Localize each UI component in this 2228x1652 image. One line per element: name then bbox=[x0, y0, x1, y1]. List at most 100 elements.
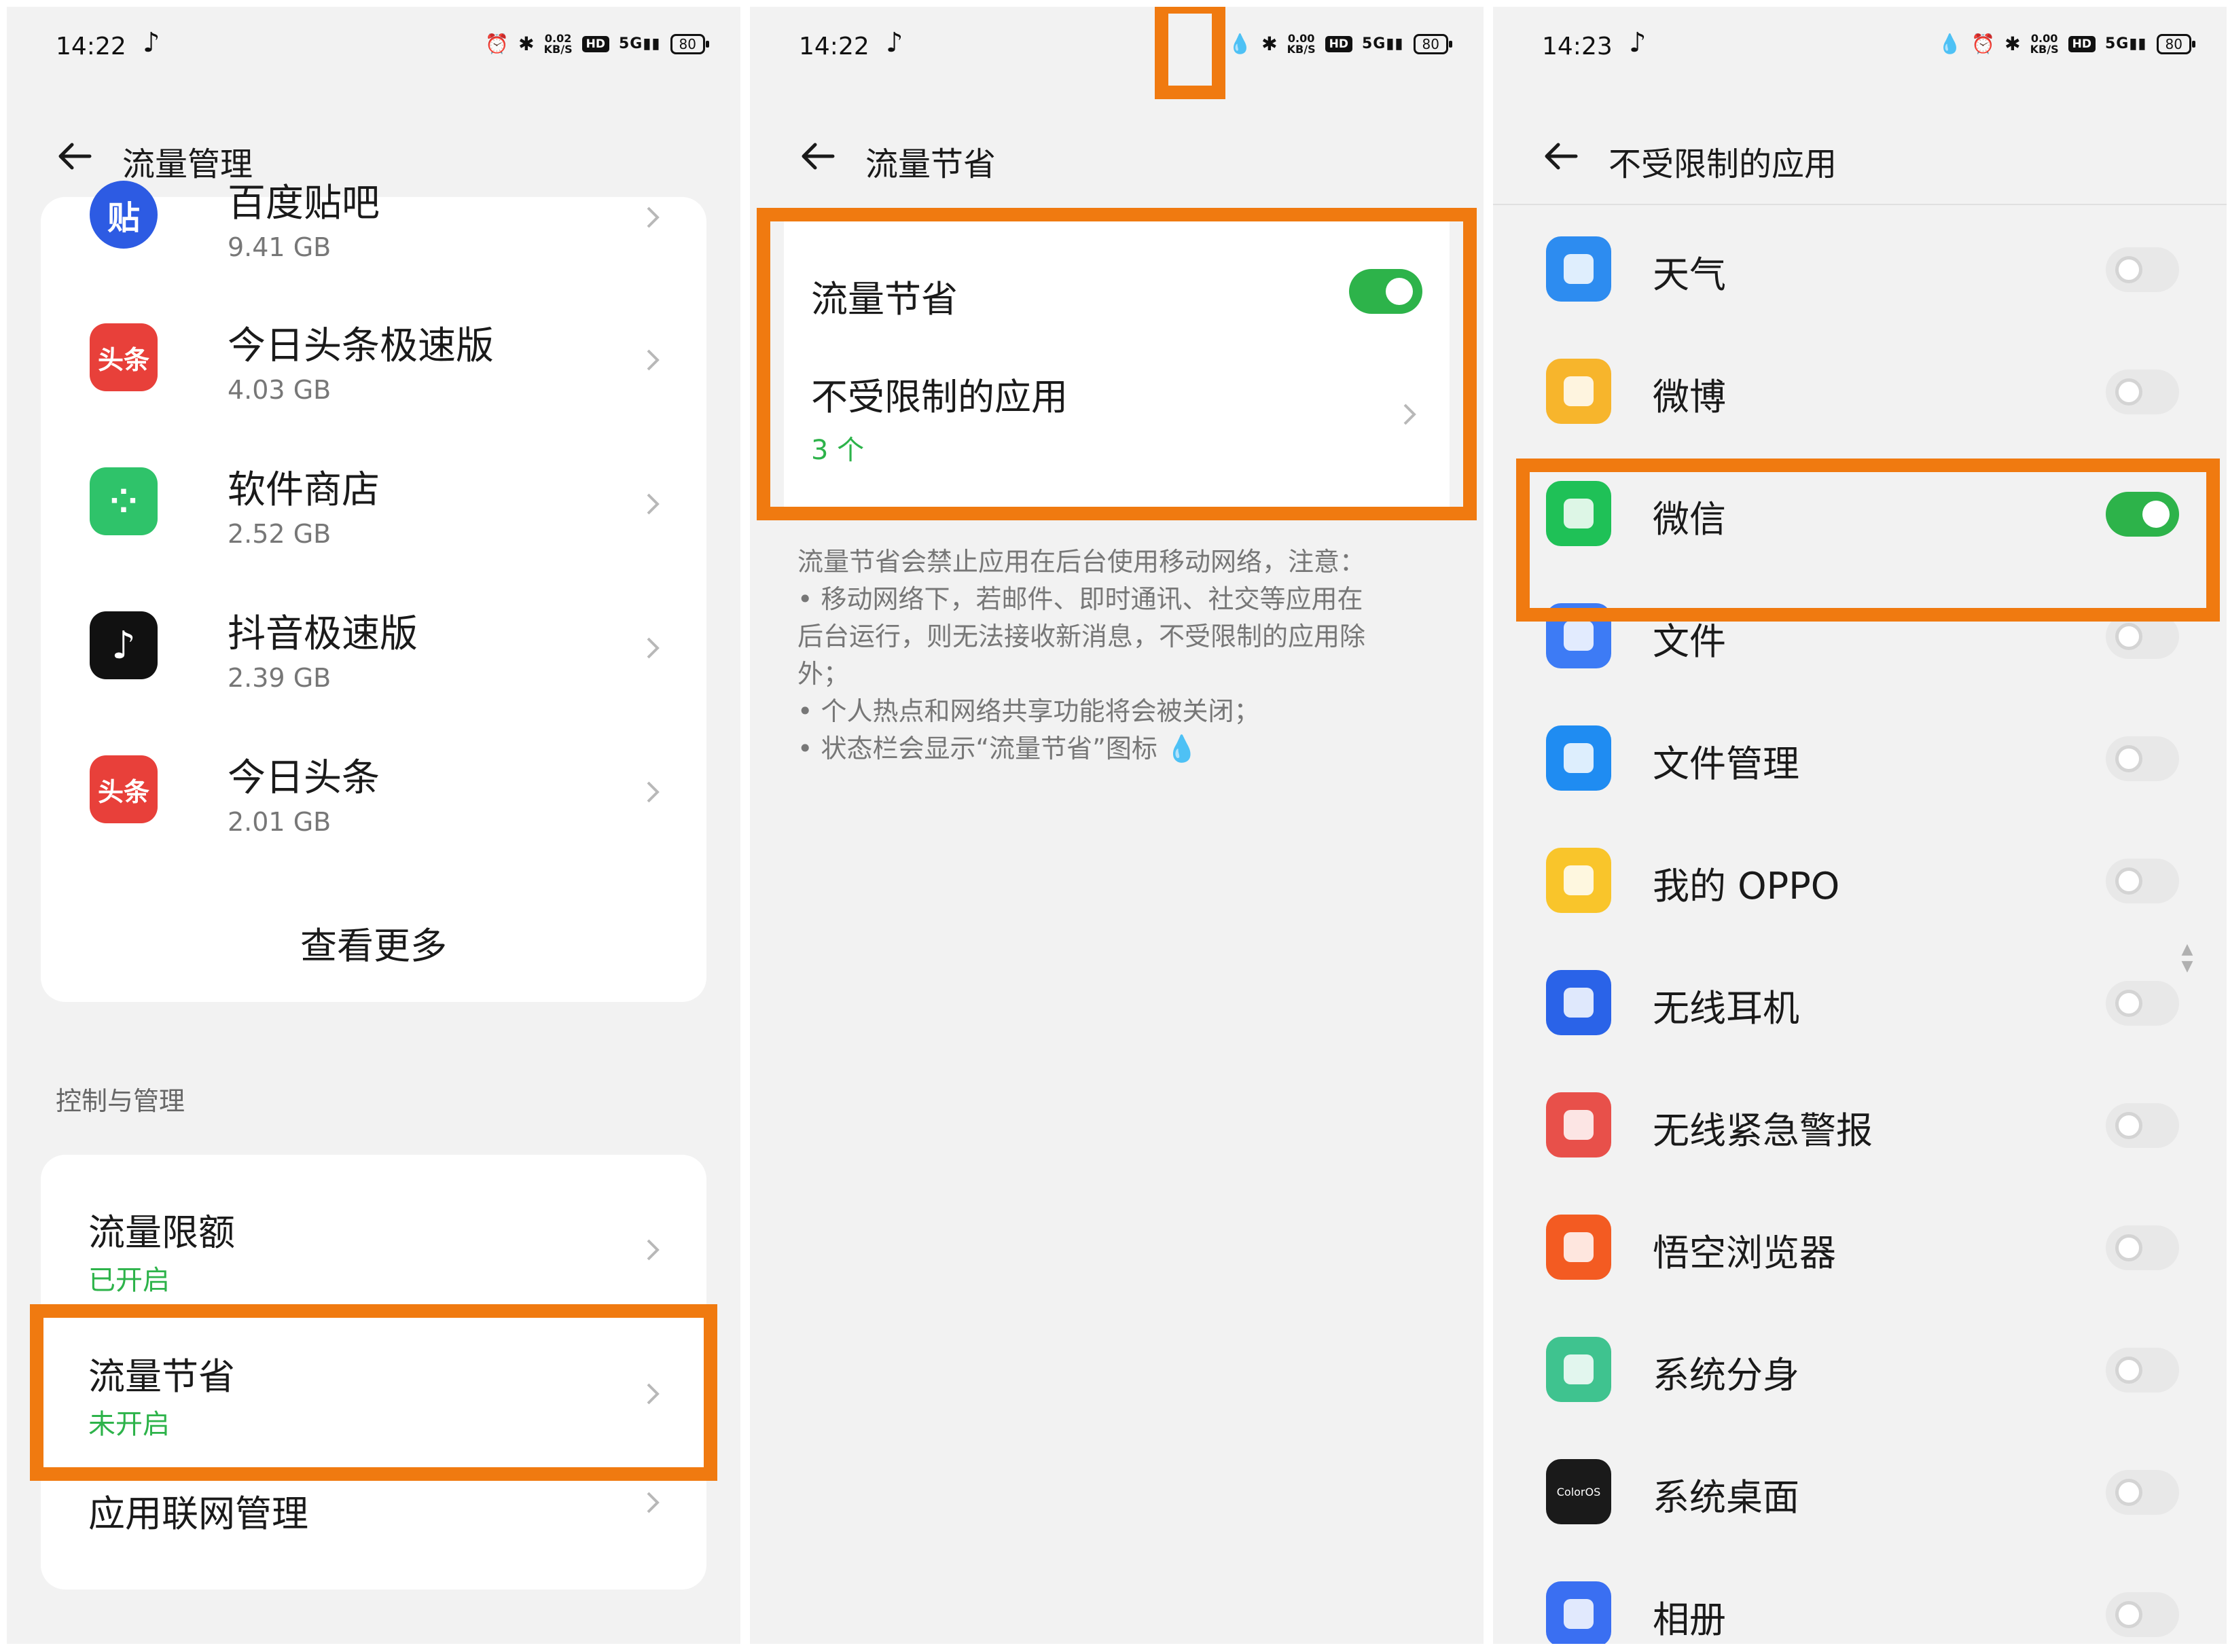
app-toggle[interactable] bbox=[2106, 1225, 2179, 1270]
app-name: 今日头条极速版 bbox=[228, 324, 494, 368]
app-toggle[interactable] bbox=[2106, 370, 2179, 414]
app-row[interactable]: 文件 bbox=[1493, 577, 2227, 700]
app-row[interactable]: 无线紧急警报 bbox=[1493, 1066, 2227, 1189]
chevron-right-icon bbox=[647, 1383, 660, 1405]
app-name: 无线紧急警报 bbox=[1653, 1109, 1873, 1152]
menu-status: 已开启 bbox=[88, 1265, 170, 1296]
list-item[interactable]: 贴 百度贴吧 9.41 GB bbox=[41, 145, 706, 289]
menu-item-app-network[interactable]: 应用联网管理 bbox=[41, 1443, 706, 1585]
app-row[interactable]: ColorOS 系统桌面 bbox=[1493, 1433, 2227, 1556]
music-note-icon: ♪ bbox=[1629, 27, 1647, 58]
my-oppo-icon bbox=[1546, 848, 1611, 913]
app-toggle[interactable] bbox=[2106, 1470, 2179, 1515]
data-saver-toggle[interactable] bbox=[1349, 269, 1422, 314]
chevron-right-icon bbox=[647, 1492, 660, 1513]
battery-icon: 80 bbox=[2156, 33, 2196, 54]
app-toggle[interactable] bbox=[2106, 614, 2179, 659]
music-note-icon: ♪ bbox=[143, 27, 160, 58]
app-toggle[interactable] bbox=[2106, 1348, 2179, 1393]
menu-title: 流量节省 bbox=[88, 1355, 235, 1398]
list-item[interactable]: ♪ 抖音极速版 2.39 GB bbox=[41, 576, 706, 720]
wukong-browser-icon bbox=[1546, 1215, 1611, 1280]
app-toggle[interactable] bbox=[2106, 1103, 2179, 1148]
douyin-lite-icon: ♪ bbox=[90, 611, 158, 679]
unrestricted-apps-row[interactable]: 不受限制的应用 3 个 bbox=[784, 353, 1450, 489]
app-name: 抖音极速版 bbox=[228, 612, 418, 656]
data-saver-status-icon: 💧 bbox=[1228, 33, 1253, 55]
header-divider bbox=[1493, 204, 2227, 205]
app-row[interactable]: 相册 bbox=[1493, 1556, 2227, 1644]
chevron-right-icon bbox=[647, 781, 660, 803]
app-row[interactable]: 系统分身 bbox=[1493, 1311, 2227, 1433]
app-toggle[interactable] bbox=[2106, 736, 2179, 781]
app-usage: 2.39 GB bbox=[228, 663, 331, 693]
data-management-screen: 14:22 ♪ ⏰ ✱ 0.02 KB/S HD 5G▮▮ 80 流量管理 贴 百… bbox=[7, 7, 740, 1644]
back-arrow-icon[interactable] bbox=[1541, 136, 1581, 177]
chevron-right-icon bbox=[647, 493, 660, 515]
app-name: 软件商店 bbox=[228, 468, 380, 512]
app-toggle[interactable] bbox=[2106, 492, 2179, 537]
app-row[interactable]: 微信 bbox=[1493, 455, 2227, 577]
data-saver-description: 流量节省会禁止应用在后台使用移动网络，注意： • 移动网络下，若邮件、即时通讯、… bbox=[797, 547, 1366, 764]
data-saver-label: 流量节省 bbox=[811, 278, 958, 321]
bluetooth-icon: ✱ bbox=[1261, 33, 1278, 55]
status-time: 14:23 bbox=[1542, 33, 1613, 60]
files-icon bbox=[1546, 603, 1611, 668]
app-name: 相册 bbox=[1653, 1598, 1726, 1641]
app-usage: 9.41 GB bbox=[228, 232, 331, 262]
status-time: 14:22 bbox=[799, 33, 869, 60]
list-item[interactable]: ⁘ 软件商店 2.52 GB bbox=[41, 432, 706, 576]
toutiao-icon: 头条 bbox=[90, 755, 158, 823]
menu-item-data-saver[interactable]: 流量节省 未开启 bbox=[41, 1299, 706, 1441]
back-arrow-icon[interactable] bbox=[797, 136, 838, 177]
status-time: 14:22 bbox=[56, 33, 126, 60]
chevron-right-icon bbox=[647, 1239, 660, 1261]
app-toggle[interactable] bbox=[2106, 981, 2179, 1026]
app-name: 无线耳机 bbox=[1653, 987, 1799, 1030]
scroll-indicator[interactable]: ▲ ▼ bbox=[2174, 924, 2201, 992]
list-item[interactable]: 头条 今日头条极速版 4.03 GB bbox=[41, 288, 706, 432]
app-toggle[interactable] bbox=[2106, 247, 2179, 292]
data-saver-row[interactable]: 流量节省 bbox=[784, 217, 1450, 326]
hd-badge: HD bbox=[581, 35, 609, 52]
chevron-right-icon bbox=[647, 349, 660, 371]
app-toggle[interactable] bbox=[2106, 859, 2179, 903]
app-row[interactable]: 天气 bbox=[1493, 211, 2227, 333]
list-item[interactable]: 头条 今日头条 2.01 GB bbox=[41, 720, 706, 864]
alarm-icon: ⏰ bbox=[1971, 33, 1996, 55]
app-row[interactable]: 文件管理 bbox=[1493, 700, 2227, 822]
emergency-alert-icon bbox=[1546, 1092, 1611, 1157]
app-name: 百度贴吧 bbox=[228, 181, 380, 226]
app-usage-card: 贴 百度贴吧 9.41 GB 头条 今日头条极速版 4.03 GB ⁘ 软件商店… bbox=[41, 181, 706, 1002]
unrestricted-apps-screen: 14:23 ♪ 💧 ⏰ ✱ 0.00 KB/S HD 5G▮▮ 80 不受限制的应… bbox=[1493, 7, 2227, 1644]
control-card: 流量限额 已开启 流量节省 未开启 应用联网管理 bbox=[41, 1155, 706, 1590]
wireless-earphones-icon bbox=[1546, 970, 1611, 1035]
see-more-button[interactable]: 查看更多 bbox=[41, 916, 706, 969]
app-name: 系统桌面 bbox=[1653, 1476, 1799, 1519]
weather-icon bbox=[1546, 236, 1611, 302]
app-row[interactable]: 无线耳机 bbox=[1493, 944, 2227, 1066]
app-toggle[interactable] bbox=[2106, 1592, 2179, 1637]
unrestricted-apps-label: 不受限制的应用 bbox=[811, 376, 1068, 418]
page-header: 流量节省 bbox=[750, 109, 1484, 204]
signal-5g-icon: 5G▮▮ bbox=[1361, 35, 1404, 52]
data-saver-drop-icon: 💧 bbox=[1165, 734, 1198, 764]
wechat-icon bbox=[1546, 481, 1611, 546]
app-name: 我的 OPPO bbox=[1653, 865, 1840, 908]
page-header: 不受限制的应用 bbox=[1493, 109, 2227, 204]
data-saver-screen: 14:22 ♪ 💧 ✱ 0.00 KB/S HD 5G▮▮ 80 流量节省 流量节… bbox=[750, 7, 1484, 1644]
signal-5g-icon: 5G▮▮ bbox=[2104, 35, 2147, 52]
app-name: 微信 bbox=[1653, 498, 1726, 541]
status-bar: 14:22 ♪ ⏰ ✱ 0.02 KB/S HD 5G▮▮ 80 bbox=[7, 7, 740, 88]
network-speed: 0.00 KB/S bbox=[2030, 31, 2059, 56]
app-row[interactable]: 我的 OPPO bbox=[1493, 822, 2227, 944]
app-row[interactable]: 悟空浏览器 bbox=[1493, 1189, 2227, 1311]
hd-badge: HD bbox=[2068, 35, 2096, 52]
network-speed: 0.02 KB/S bbox=[543, 31, 573, 56]
page-title: 不受限制的应用 bbox=[1609, 145, 1837, 183]
gallery-icon bbox=[1546, 1581, 1611, 1644]
app-row[interactable]: 微博 bbox=[1493, 333, 2227, 455]
menu-item-data-limit[interactable]: 流量限额 已开启 bbox=[41, 1155, 706, 1297]
app-usage: 4.03 GB bbox=[228, 375, 331, 405]
signal-5g-icon: 5G▮▮ bbox=[618, 35, 661, 52]
